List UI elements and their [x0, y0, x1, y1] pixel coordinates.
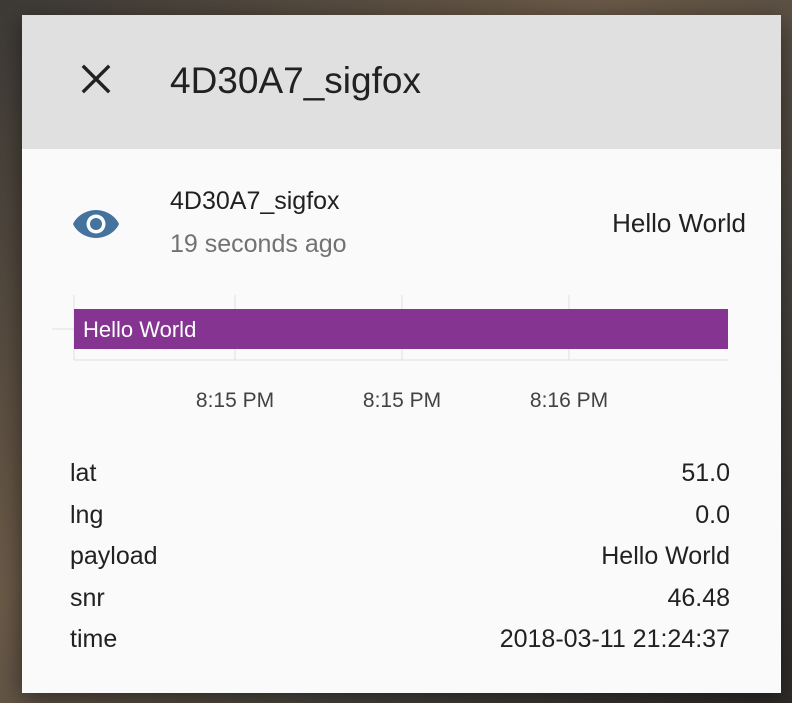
attribute-key: lat [70, 459, 97, 487]
entity-state-row: 4D30A7_sigfox 19 seconds ago Hello World [22, 175, 781, 275]
attribute-key: lng [70, 500, 104, 529]
bar-label: Hello World [83, 317, 196, 342]
attribute-row: time 2018-03-11 21:24:37 [70, 619, 730, 661]
attribute-key: time [70, 625, 118, 653]
timeline-chart: Hello World 8:15 PM 8:15 PM 8:16 PM [52, 295, 728, 412]
attribute-row: lat 51.0 [70, 453, 730, 495]
close-icon [81, 64, 111, 94]
attribute-key: snr [70, 583, 105, 612]
tick-label: 8:16 PM [530, 389, 608, 412]
history-timeline: Hello World 8:15 PM 8:15 PM 8:16 PM [22, 285, 781, 415]
entity-name: 4D30A7_sigfox [170, 187, 340, 215]
tick-label: 8:15 PM [196, 389, 274, 412]
attribute-value: 51.0 [681, 459, 730, 487]
attribute-row: payload Hello World [70, 536, 730, 578]
dialog-title: 4D30A7_sigfox [170, 60, 421, 101]
attribute-value: 0.0 [695, 500, 730, 529]
attribute-value: Hello World [601, 542, 730, 570]
attribute-value: 2018-03-11 21:24:37 [499, 625, 730, 653]
attributes-list: lat 51.0 lng 0.0 payload Hello World snr 46.48 t… [70, 453, 730, 661]
attribute-key: payload [70, 542, 158, 570]
last-changed-text: 19 seconds ago [170, 230, 347, 258]
more-info-dialog: 4D30A7_sigfox 4D30A7_sigfox 19 seconds a… [22, 15, 781, 693]
attribute-value: 46.48 [667, 583, 730, 612]
eye-icon [73, 210, 119, 238]
entity-state-value: Hello World [612, 208, 746, 238]
attribute-row: snr 46.48 [70, 578, 730, 620]
attribute-row: lng 0.0 [70, 495, 730, 537]
close-button[interactable] [72, 55, 120, 103]
dialog-header: 4D30A7_sigfox [22, 15, 781, 149]
tick-label: 8:15 PM [363, 389, 441, 412]
